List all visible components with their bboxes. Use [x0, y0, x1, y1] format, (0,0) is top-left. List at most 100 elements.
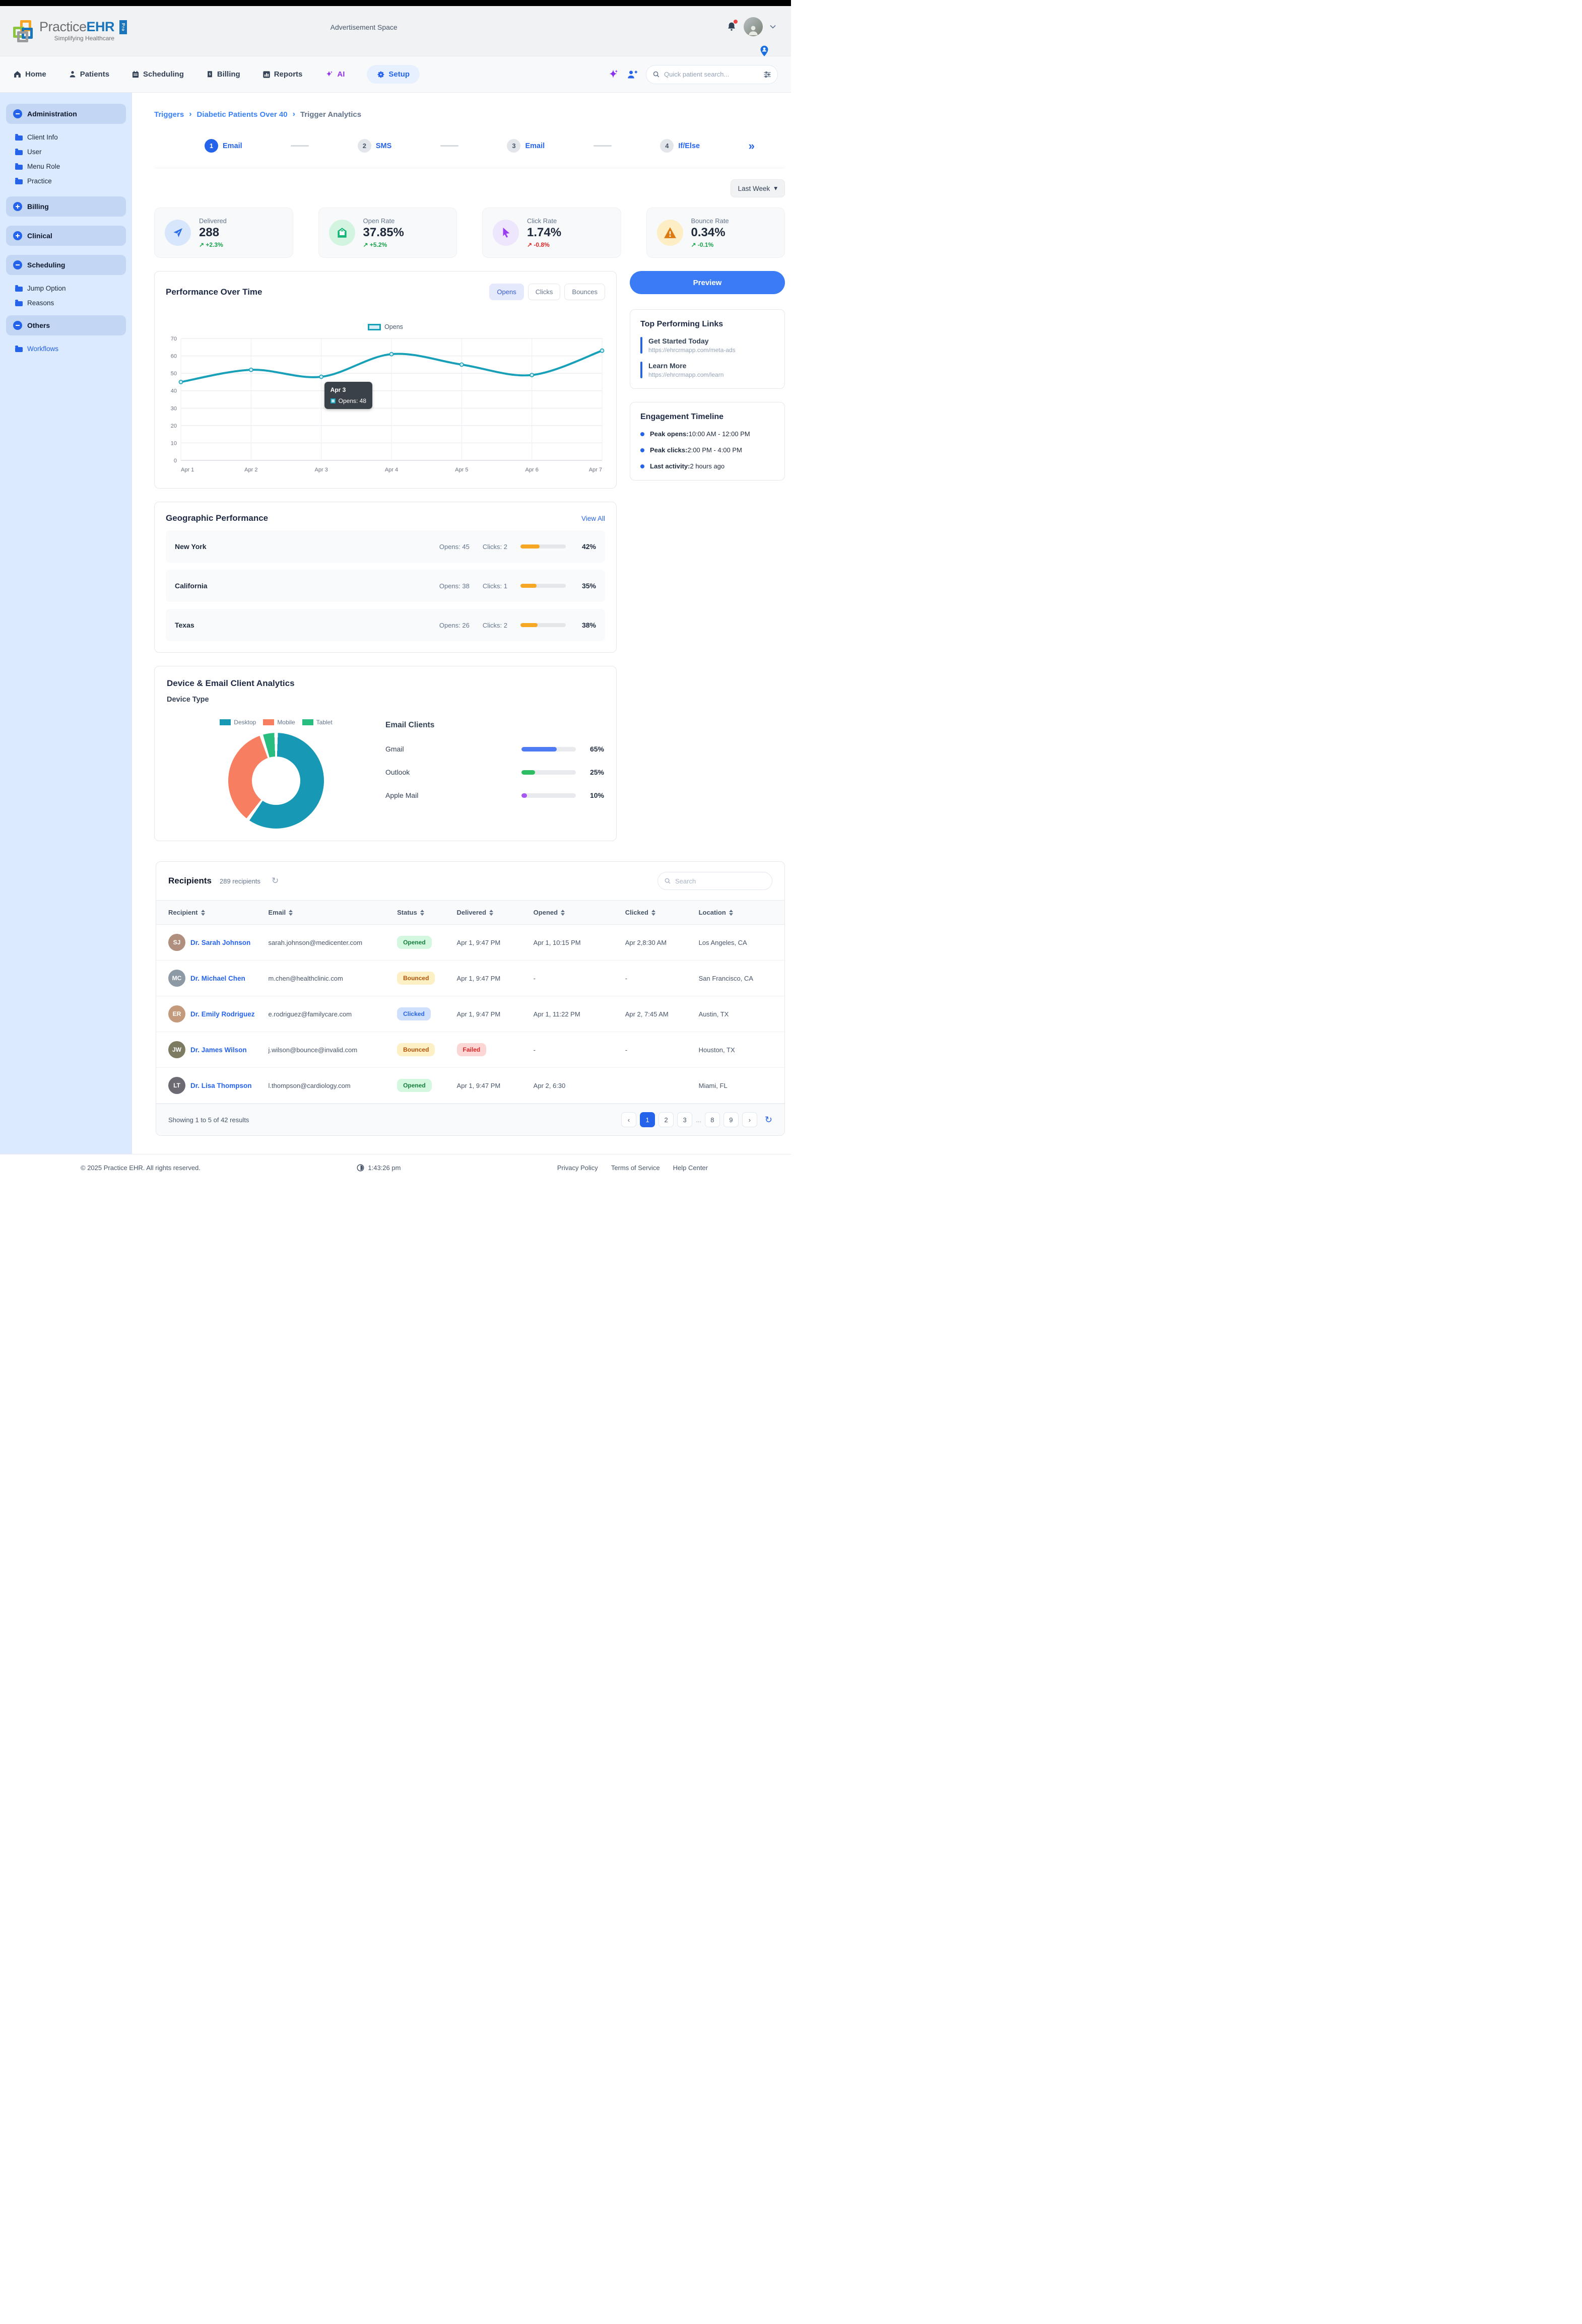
page-button-3[interactable]: 3 [677, 1112, 692, 1127]
copyright-text: © 2025 Practice EHR. All rights reserved… [81, 1164, 201, 1172]
breadcrumb-triggers[interactable]: Triggers [154, 110, 184, 119]
sidebar-section-administration[interactable]: Administration [6, 104, 126, 124]
col-header-location[interactable]: Location [699, 909, 780, 916]
nav-item-reports[interactable]: Reports [262, 70, 303, 79]
settings-sidebar: Administration Client Info User Menu Rol… [0, 93, 132, 1154]
sidebar-section-billing[interactable]: Billing [6, 196, 126, 217]
sidebar-section-clinical[interactable]: Clinical [6, 226, 126, 246]
svg-text:20: 20 [171, 423, 177, 429]
page-button-2[interactable]: 2 [658, 1112, 674, 1127]
notifications-bell-icon[interactable] [727, 21, 737, 32]
table-row[interactable]: LTDr. Lisa Thompson l.thompson@cardiolog… [156, 1068, 784, 1104]
recipient-name-link[interactable]: Dr. James Wilson [190, 1046, 247, 1054]
add-patient-icon[interactable] [627, 70, 638, 80]
table-row[interactable]: JWDr. James Wilson j.wilson@bounce@inval… [156, 1032, 784, 1068]
page-button-1[interactable]: 1 [640, 1112, 655, 1127]
link-get-started[interactable]: Get Started Today https://ehrcrmapp.com/… [640, 337, 774, 354]
refresh-icon[interactable]: ↻ [765, 1115, 772, 1125]
stat-card-open-rate: Open Rate 37.85% ↗ +5.2% [318, 208, 457, 258]
search-filters-icon[interactable] [763, 71, 771, 78]
col-header-recipient[interactable]: Recipient [168, 909, 260, 916]
preview-button[interactable]: Preview [630, 271, 785, 294]
prev-page-button[interactable]: ‹ [621, 1112, 636, 1127]
privacy-policy-link[interactable]: Privacy Policy [557, 1164, 598, 1172]
table-row[interactable]: ERDr. Emily Rodriguez e.rodriguez@family… [156, 996, 784, 1032]
sidebar-section-scheduling[interactable]: Scheduling [6, 255, 126, 275]
search-input[interactable] [664, 71, 759, 78]
stepper-forward-icon[interactable]: » [749, 140, 755, 153]
sidebar-item-jump-option[interactable]: Jump Option [12, 281, 126, 296]
sidebar-item-workflows[interactable]: Workflows [12, 341, 126, 356]
avatar-chevron-down-icon[interactable] [770, 25, 776, 29]
recipient-name-link[interactable]: Dr. Emily Rodriguez [190, 1010, 255, 1018]
search-icon [664, 877, 671, 884]
page-button-9[interactable]: 9 [723, 1112, 739, 1127]
sidebar-item-reasons[interactable]: Reasons [12, 296, 126, 310]
user-avatar[interactable] [744, 17, 763, 36]
svg-text:Apr 5: Apr 5 [455, 467, 468, 473]
date-range-dropdown[interactable]: Last Week ▾ [731, 179, 785, 197]
home-icon [13, 70, 22, 79]
next-page-button[interactable]: › [742, 1112, 757, 1127]
nav-item-patients[interactable]: Patients [69, 70, 109, 79]
tab-clicks[interactable]: Clicks [528, 284, 561, 300]
sort-icon [289, 910, 293, 916]
refresh-icon[interactable]: ↻ [272, 876, 279, 886]
geo-progress [520, 544, 566, 549]
main-content: Triggers › Diabetic Patients Over 40 › T… [132, 93, 791, 1154]
help-center-link[interactable]: Help Center [673, 1164, 708, 1172]
collapse-minus-icon [13, 321, 22, 330]
assistant-sparkle-icon[interactable] [608, 69, 619, 80]
col-header-delivered[interactable]: Delivered [457, 909, 525, 916]
page-ellipsis: ... [696, 1116, 701, 1124]
sidebar-section-others[interactable]: Others [6, 315, 126, 335]
col-header-opened[interactable]: Opened [534, 909, 617, 916]
open-envelope-icon [329, 220, 355, 246]
nav-item-billing[interactable]: $ Billing [206, 70, 240, 79]
recipients-table: Recipient Email Status Delivered Opened … [156, 900, 784, 1104]
link-learn-more[interactable]: Learn More https://ehrcrmapp.com/learn [640, 362, 774, 378]
recipients-search-input[interactable] [675, 877, 766, 885]
tab-opens[interactable]: Opens [489, 284, 523, 300]
view-all-link[interactable]: View All [581, 515, 605, 522]
folder-icon [15, 135, 23, 141]
sidebar-item-user[interactable]: User [12, 145, 126, 159]
tab-bounces[interactable]: Bounces [564, 284, 605, 300]
sidebar-item-menu-role[interactable]: Menu Role [12, 159, 126, 174]
trend-up-icon: ↗ [691, 241, 696, 248]
recipient-name-link[interactable]: Dr. Sarah Johnson [190, 939, 250, 946]
location-pin-icon[interactable] [760, 45, 769, 57]
col-header-email[interactable]: Email [268, 909, 389, 916]
step-3-email[interactable]: 3 Email [507, 139, 545, 153]
collapse-minus-icon [13, 109, 22, 118]
table-row[interactable]: SJDr. Sarah Johnson sarah.johnson@medice… [156, 925, 784, 961]
col-header-status[interactable]: Status [397, 909, 448, 916]
step-2-sms[interactable]: 2 SMS [358, 139, 391, 153]
recipient-name-link[interactable]: Dr. Michael Chen [190, 975, 245, 982]
table-row[interactable]: MCDr. Michael Chen m.chen@healthclinic.c… [156, 961, 784, 996]
sidebar-item-client-info[interactable]: Client Info [12, 130, 126, 145]
step-4-if-else[interactable]: 4 If/Else [660, 139, 700, 153]
nav-item-ai[interactable]: AI [324, 70, 345, 79]
nav-item-scheduling[interactable]: Scheduling [131, 70, 184, 79]
nav-item-setup[interactable]: Setup [367, 65, 420, 84]
col-header-clicked[interactable]: Clicked [625, 909, 691, 916]
device-email-analytics-card: Device & Email Client Analytics Device T… [154, 666, 617, 841]
avatar: JW [168, 1041, 185, 1058]
client-row-gmail: Gmail 65% [385, 745, 604, 753]
breadcrumb-trigger-name[interactable]: Diabetic Patients Over 40 [197, 110, 288, 119]
nav-item-home[interactable]: Home [13, 70, 46, 79]
page-button-8[interactable]: 8 [705, 1112, 720, 1127]
trend-up-icon: ↗ [199, 241, 204, 248]
results-summary: Showing 1 to 5 of 42 results [168, 1116, 249, 1124]
logo-pro-badge: Pro [119, 20, 127, 34]
avatar: MC [168, 970, 185, 987]
svg-text:40: 40 [171, 388, 177, 394]
step-1-email[interactable]: 1 Email [205, 139, 242, 153]
svg-text:30: 30 [171, 405, 177, 412]
sidebar-item-practice[interactable]: Practice [12, 174, 126, 188]
device-card-title: Device & Email Client Analytics [167, 678, 604, 689]
quick-patient-search [646, 65, 778, 84]
terms-of-service-link[interactable]: Terms of Service [611, 1164, 660, 1172]
recipient-name-link[interactable]: Dr. Lisa Thompson [190, 1082, 252, 1089]
